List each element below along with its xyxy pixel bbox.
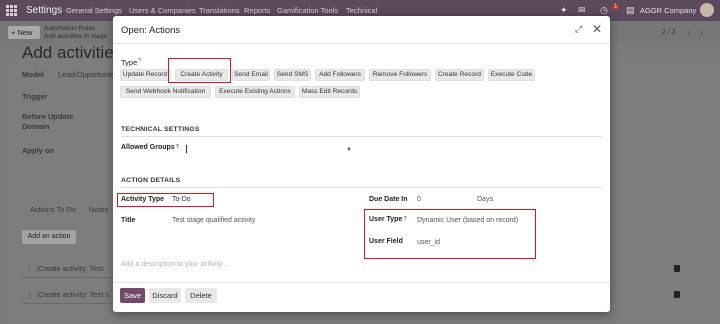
- save-button[interactable]: Save: [120, 288, 145, 303]
- expand-icon[interactable]: ⤢: [575, 24, 582, 35]
- dialog-footer-divider: [113, 282, 610, 283]
- pager[interactable]: 2 / 2: [662, 29, 676, 36]
- allowed-groups-label: Allowed Groups?: [121, 144, 180, 151]
- chevron-down-icon[interactable]: ▼: [346, 147, 352, 153]
- menu-gamification-tools[interactable]: Gamification Tools: [277, 6, 338, 15]
- due-date-label: Due Date In: [369, 196, 408, 203]
- type-mass-edit-records[interactable]: Mass Edit Records: [299, 86, 360, 98]
- type-execute-existing-actions[interactable]: Execute Existing Actions: [215, 86, 295, 98]
- chat-icon[interactable]: ✉: [578, 5, 586, 16]
- close-icon[interactable]: ✕: [592, 22, 602, 36]
- apply-on-label: Apply on: [22, 146, 55, 155]
- due-date-unit[interactable]: Days: [477, 196, 493, 203]
- row-action-label: Create activity: Test: [38, 264, 104, 273]
- pager-prev-icon[interactable]: ‹: [688, 28, 691, 37]
- type-send-webhook[interactable]: Send Webhook Notification: [120, 86, 211, 98]
- action-details-heading: ACTION DETAILS: [121, 177, 181, 184]
- table-row[interactable]: ⋮⋮ Create activity: Test s: [22, 284, 114, 304]
- trash-icon[interactable]: [674, 265, 680, 272]
- type-update-record[interactable]: Update Record: [120, 69, 170, 81]
- menu-users-companies[interactable]: Users & Companies: [129, 6, 196, 15]
- type-create-record[interactable]: Create Record: [435, 69, 484, 81]
- menu-reports[interactable]: Reports: [244, 6, 270, 15]
- model-value: Lead/Opportunity: [58, 70, 116, 79]
- type-send-email[interactable]: Send Email: [232, 69, 270, 81]
- type-execute-code[interactable]: Execute Code: [488, 69, 535, 81]
- tab-actions-to-do[interactable]: Actions To Do: [30, 205, 76, 214]
- domain-label: Domain: [22, 122, 50, 131]
- clock-icon[interactable]: ◷: [600, 5, 608, 16]
- menu-technical[interactable]: Technical: [346, 6, 377, 15]
- pager-next-icon[interactable]: ›: [700, 28, 703, 37]
- title-label: Title: [121, 217, 136, 224]
- allowed-groups-input[interactable]: [186, 145, 187, 153]
- type-label: Type?: [121, 58, 142, 67]
- section-divider: [121, 187, 602, 188]
- help-icon[interactable]: ?: [176, 144, 179, 150]
- tab-notes[interactable]: Notes: [89, 205, 109, 214]
- actions-dialog: Open: Actions ⤢ ✕ Type? Update Record Cr…: [113, 16, 610, 312]
- dialog-title: Open: Actions: [121, 25, 181, 36]
- due-date-field[interactable]: 0: [417, 196, 421, 203]
- row-action-label: Create activity: Test s: [38, 290, 110, 299]
- technical-settings-heading: TECHNICAL SETTINGS: [121, 126, 200, 133]
- trigger-label: Trigger: [22, 92, 48, 101]
- type-add-followers[interactable]: Add Followers: [315, 69, 365, 81]
- background-sheet-right: [616, 58, 720, 324]
- help-icon[interactable]: ?: [138, 58, 141, 64]
- breadcrumb-current: Add activities in stage: [44, 33, 107, 40]
- table-row[interactable]: ⋮⋮ Create activity: Test: [22, 258, 114, 278]
- dialog-header: Open: Actions ⤢ ✕: [113, 16, 610, 44]
- app-brand[interactable]: Settings: [26, 5, 62, 16]
- company-name[interactable]: AGGR Company: [640, 6, 696, 15]
- type-remove-followers[interactable]: Remove Followers: [369, 69, 431, 81]
- highlight-activity-type: [117, 193, 214, 207]
- before-update-label: Before Update: [22, 112, 74, 121]
- apps-menu-icon[interactable]: [6, 5, 17, 16]
- title-field[interactable]: Test stage qualified activity: [172, 217, 255, 224]
- section-divider: [121, 136, 602, 137]
- trash-icon[interactable]: [674, 291, 680, 298]
- activity-badge: 1: [612, 4, 620, 10]
- highlight-create-activity: [168, 58, 231, 83]
- description-input[interactable]: Add a description to your activity...: [121, 261, 227, 268]
- type-send-sms[interactable]: Send SMS: [274, 69, 311, 81]
- avatar[interactable]: [700, 3, 714, 17]
- new-button[interactable]: + New: [8, 26, 40, 39]
- delete-button[interactable]: Delete: [185, 288, 217, 303]
- model-label: Model: [22, 70, 44, 79]
- highlight-user-fields: [364, 209, 536, 259]
- company-icon[interactable]: ▤: [626, 5, 635, 16]
- discard-button[interactable]: Discard: [149, 288, 181, 303]
- bug-icon[interactable]: ✦: [560, 5, 568, 16]
- menu-translations[interactable]: Translations: [199, 6, 240, 15]
- add-action-button[interactable]: Add an action: [22, 230, 76, 244]
- menu-general-settings[interactable]: General Settings: [66, 6, 122, 15]
- breadcrumb-parent[interactable]: Automation Rules: [44, 25, 95, 32]
